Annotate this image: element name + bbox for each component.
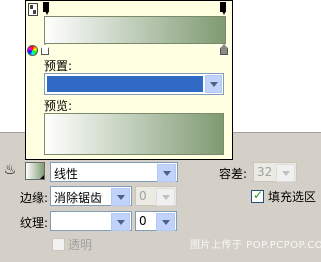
chevron-down-icon[interactable] [156, 213, 175, 231]
texture-select[interactable] [50, 211, 132, 231]
color-stop-left[interactable] [41, 44, 49, 55]
tolerance-select[interactable]: 32 [253, 162, 297, 182]
gradient-bar [44, 16, 226, 44]
preview-label: 预览: [44, 99, 73, 113]
gradient-editor-popup: 预置: 预览: [25, 0, 233, 160]
edge-value: 消除锯齿 [54, 191, 103, 205]
chevron-down-icon[interactable] [276, 164, 295, 182]
opacity-stop-left[interactable] [43, 2, 49, 15]
fill-selection-checkbox[interactable] [251, 188, 264, 203]
paint-bucket-icon: ♨ [3, 162, 17, 178]
color-wheel-icon[interactable] [27, 45, 38, 56]
chevron-down-icon[interactable] [111, 213, 130, 231]
gradient-preview [44, 113, 224, 155]
preset-label: 预置: [44, 59, 73, 73]
swap-colors-icon[interactable] [28, 3, 38, 16]
feather-amount-select[interactable]: 0 [135, 186, 177, 206]
fill-selection-label: 填充选区 [268, 190, 317, 204]
texture-label: 纹理: [20, 216, 49, 230]
chevron-down-icon[interactable] [157, 164, 176, 182]
texture-amount-select[interactable]: 0 [135, 211, 177, 231]
watermark-text: 图片上传于 POP.PCPOP.COM [190, 240, 321, 251]
tolerance-value: 32 [257, 165, 273, 179]
feather-value: 0 [139, 189, 147, 203]
texture-amount-value: 0 [139, 214, 147, 228]
chevron-down-icon[interactable] [156, 188, 175, 206]
fill-type-select[interactable]: 线性 [50, 162, 178, 182]
color-stop-right[interactable] [220, 44, 228, 55]
chevron-down-icon[interactable] [205, 75, 222, 93]
tolerance-label: 容差: [219, 167, 248, 181]
edge-label: 边缘: [20, 191, 49, 205]
edge-select[interactable]: 消除锯齿 [50, 186, 132, 206]
opacity-stop-right[interactable] [220, 2, 226, 15]
transparent-checkbox[interactable] [52, 238, 65, 251]
transparent-label: 透明 [68, 238, 93, 252]
chevron-down-icon[interactable] [111, 188, 130, 206]
fill-type-value: 线性 [54, 167, 79, 181]
fill-color-swatch[interactable] [25, 162, 45, 180]
preset-selected-value [47, 76, 203, 92]
preset-select[interactable] [44, 73, 224, 95]
